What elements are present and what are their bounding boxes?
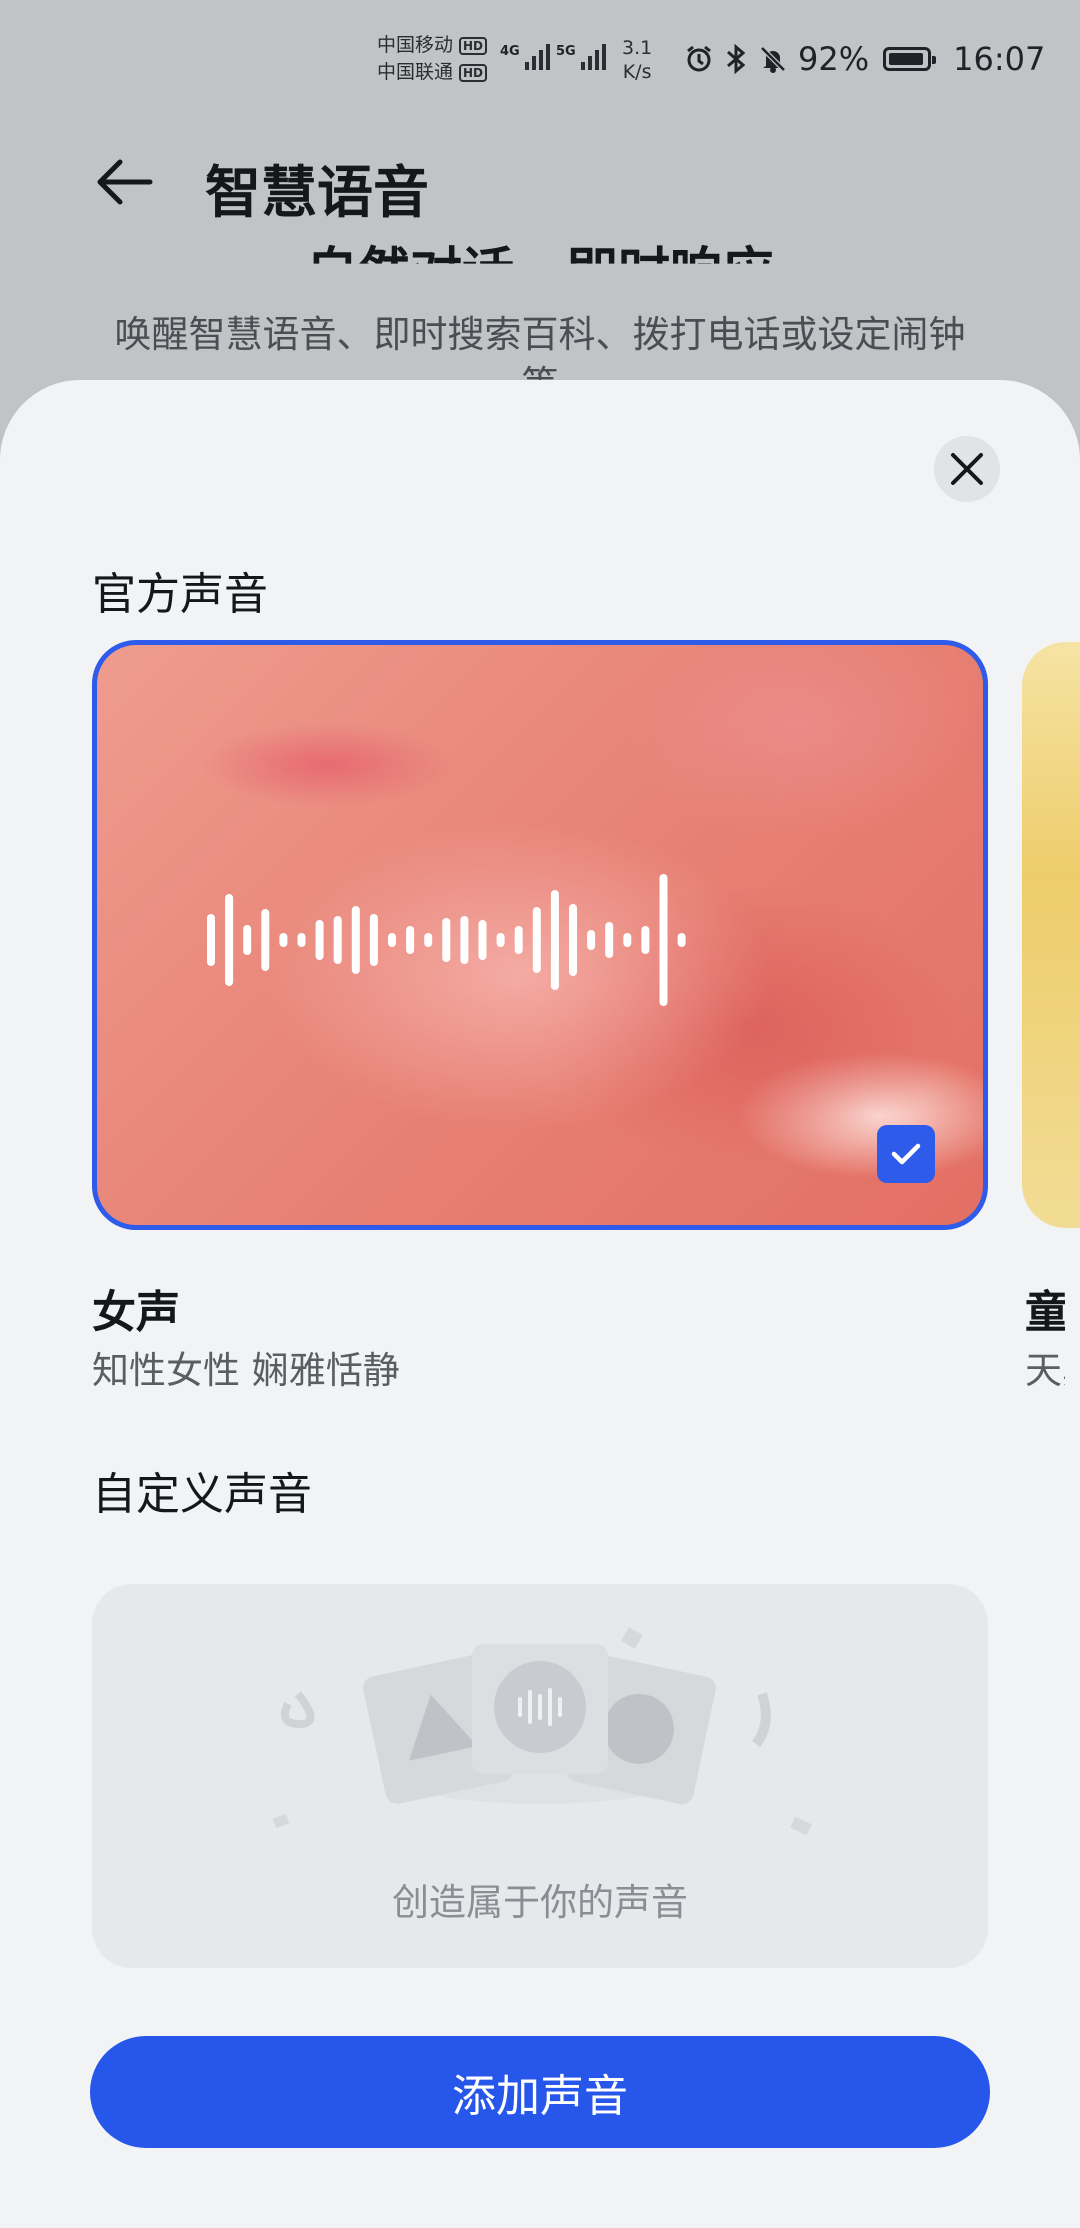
add-voice-button[interactable]: 添加声音 <box>90 2036 990 2148</box>
carrier-info: 中国移动 HD 中国联通 HD <box>377 32 488 86</box>
official-voices-title: 官方声音 <box>92 569 268 620</box>
custom-voice-hint: 创造属于你的声音 <box>392 1881 688 1924</box>
waveform-bar <box>333 916 342 964</box>
waveform-bar <box>225 894 234 986</box>
network-speed: 3.1 K/s <box>622 37 653 83</box>
waveform-bar <box>641 926 650 954</box>
selected-checkbox[interactable] <box>877 1125 935 1183</box>
waveform-bar <box>587 930 596 950</box>
waveform-bar <box>369 914 378 966</box>
voice-description: 天真可爱 <box>1025 1349 1065 1392</box>
hd-badge: HD <box>459 36 488 55</box>
waveform-bar <box>351 906 360 974</box>
waveform-bar <box>478 920 487 960</box>
waveform-bar <box>605 922 614 958</box>
signal-4g-icon: 4G <box>500 44 550 70</box>
clock: 16:07 <box>953 40 1046 78</box>
feature-heading: 自然对话，即时响应 <box>305 243 774 303</box>
waveform-bar <box>460 916 469 964</box>
waveform-bar <box>442 918 451 962</box>
waveform-bar <box>569 904 577 976</box>
custom-voices-title: 自定义声音 <box>92 1469 312 1520</box>
waveform-bar <box>315 920 324 960</box>
custom-voice-empty-state[interactable]: 创造属于你的声音 <box>92 1584 988 1968</box>
waveform-bar <box>424 933 433 947</box>
voice-illustration-icon <box>272 1627 812 1836</box>
waveform-bar <box>514 926 523 954</box>
voice-name: 女声 <box>92 1287 180 1338</box>
waveform-bar <box>207 914 215 966</box>
waveform-bar <box>677 933 686 947</box>
bluetooth-icon <box>727 43 746 75</box>
voice-description: 知性女性 娴雅恬静 <box>92 1349 400 1392</box>
waveform-bar <box>623 933 632 947</box>
waveform-bar <box>243 925 252 955</box>
voice-card-child[interactable] <box>1022 642 1080 1228</box>
voice-selection-sheet: 官方声音 女声 知性女性 娴雅恬静 童声 天真可爱 自定义声音 <box>0 380 1080 2228</box>
back-arrow-icon[interactable] <box>92 150 156 214</box>
waveform-bar <box>406 926 415 954</box>
voice-card-female[interactable] <box>92 640 988 1230</box>
carrier-1: 中国移动 <box>377 34 454 56</box>
hd-badge: HD <box>459 63 488 82</box>
carrier-2: 中国联通 <box>377 61 454 83</box>
mute-icon <box>760 46 786 73</box>
signal-5g-icon: 5G <box>556 44 606 70</box>
close-icon <box>951 453 983 485</box>
status-bar: 中国移动 HD 中国联通 HD 4G 5G 3.1 K/s 92% 16:07 <box>0 0 1080 120</box>
close-button[interactable] <box>934 436 1000 502</box>
waveform-bar <box>388 933 396 947</box>
check-icon <box>891 1143 921 1165</box>
waveform-bar <box>261 909 270 971</box>
waveform-bar <box>279 933 288 947</box>
battery-percent: 92% <box>798 40 870 78</box>
app-header: 智慧语音 <box>0 140 1080 226</box>
waveform-bar <box>532 907 541 973</box>
waveform-bar <box>550 890 559 990</box>
alarm-icon <box>687 45 711 72</box>
battery-icon <box>883 47 937 71</box>
page-title: 智慧语音 <box>205 161 429 226</box>
waveform-icon <box>207 874 686 1006</box>
waveform-bar <box>496 933 505 947</box>
voice-name: 童声 <box>1025 1287 1065 1338</box>
waveform-bar <box>659 874 668 1006</box>
waveform-bar <box>297 933 306 947</box>
